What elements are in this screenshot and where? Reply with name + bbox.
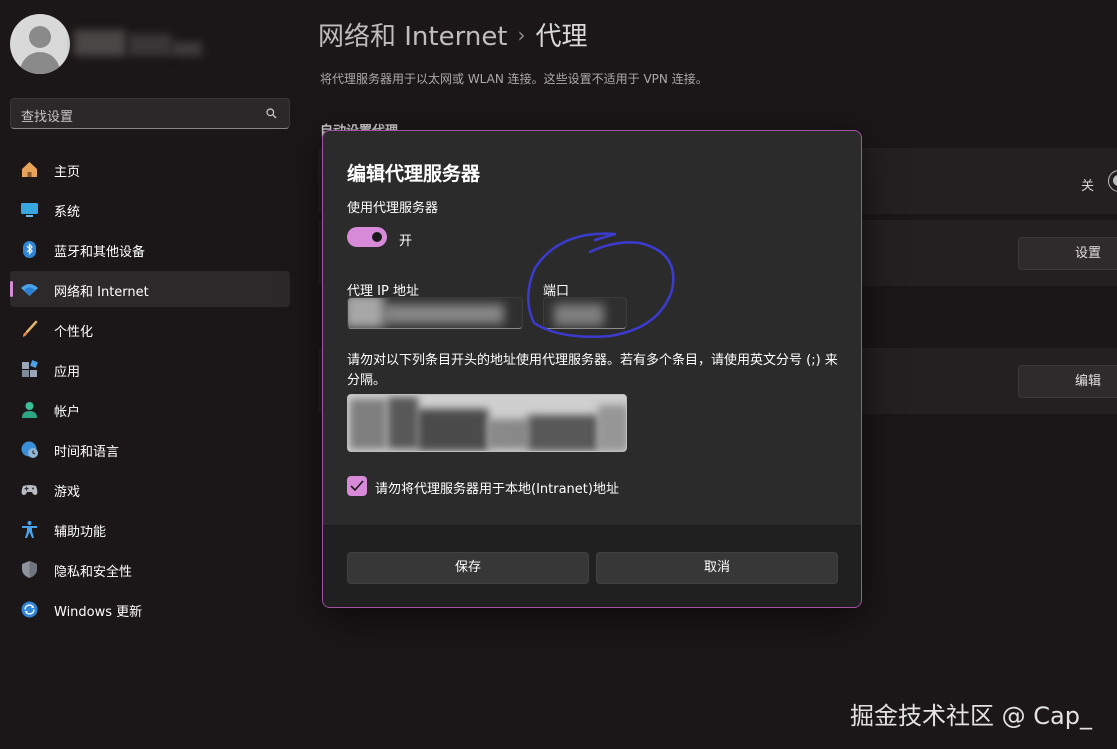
avatar[interactable] — [10, 14, 70, 74]
redacted-value — [598, 405, 626, 451]
user-name-redacted — [72, 26, 202, 60]
proxy-ip-input[interactable] — [347, 297, 523, 329]
sidebar-item-apps[interactable]: 应用 — [10, 351, 290, 387]
sidebar: 查找设置 主页 系统 蓝牙和其他设备 网络和 Internet 个性化 应用 帐… — [0, 0, 300, 749]
sidebar-item-label: 时间和语言 — [54, 445, 120, 460]
use-proxy-toggle[interactable] — [347, 227, 387, 247]
sidebar-item-label: 应用 — [54, 365, 81, 380]
redacted-value — [388, 397, 418, 449]
sidebar-item-bluetooth[interactable]: 蓝牙和其他设备 — [10, 231, 290, 267]
auto-detect-state: 关 — [1081, 179, 1095, 194]
exceptions-description: 请勿对以下列条目开头的地址使用代理服务器。若有多个条目，请使用英文分号 (;) … — [347, 353, 838, 388]
brush-icon — [23, 320, 38, 337]
use-proxy-label: 使用代理服务器 — [347, 201, 439, 216]
edit-button[interactable]: 编辑 — [1018, 365, 1117, 398]
toggle-state-label: 开 — [399, 234, 413, 249]
update-icon — [21, 601, 38, 618]
search-input[interactable]: 查找设置 — [21, 106, 73, 125]
search-icon[interactable] — [266, 108, 277, 119]
cancel-button[interactable]: 取消 — [596, 552, 838, 584]
sidebar-item-time-language[interactable]: 时间和语言 — [10, 431, 290, 467]
sidebar-item-personalization[interactable]: 个性化 — [10, 311, 290, 347]
breadcrumb-separator: › — [517, 23, 526, 47]
page-description: 将代理服务器用于以太网或 WLAN 连接。这些设置不适用于 VPN 连接。 — [320, 72, 708, 86]
watermark: 掘金技术社区 @ Cap_ — [850, 702, 1092, 730]
gamepad-icon — [21, 485, 38, 495]
bluetooth-icon — [23, 241, 36, 258]
sidebar-item-label: 隐私和安全性 — [54, 565, 133, 580]
sidebar-item-accessibility[interactable]: 辅助功能 — [10, 511, 290, 547]
sidebar-item-label: 游戏 — [54, 485, 81, 500]
wifi-icon — [21, 284, 38, 296]
save-button[interactable]: 保存 — [347, 552, 589, 584]
sidebar-item-label: 主页 — [54, 165, 81, 180]
breadcrumb-parent[interactable]: 网络和 Internet — [318, 22, 508, 52]
sidebar-item-label: Windows 更新 — [54, 605, 143, 620]
redacted-value — [528, 415, 598, 451]
redacted-value — [384, 304, 504, 324]
person-icon — [22, 402, 37, 418]
sidebar-item-label: 帐户 — [54, 405, 81, 420]
sidebar-item-home[interactable]: 主页 — [10, 151, 290, 187]
checkmark-icon — [350, 480, 364, 492]
sidebar-item-label: 系统 — [54, 205, 81, 220]
sidebar-item-label: 个性化 — [54, 325, 94, 340]
exceptions-input[interactable] — [347, 394, 627, 452]
apps-icon — [22, 360, 38, 377]
dialog-title: 编辑代理服务器 — [347, 163, 481, 185]
annotation-circle — [527, 232, 675, 338]
local-bypass-checkbox[interactable] — [347, 476, 367, 496]
globe-clock-icon — [21, 441, 38, 458]
setup-button[interactable]: 设置 — [1018, 237, 1117, 270]
sidebar-item-windows-update[interactable]: Windows 更新 — [10, 591, 290, 627]
sidebar-item-label: 辅助功能 — [54, 525, 107, 540]
accessibility-icon — [22, 521, 37, 538]
sidebar-item-label: 蓝牙和其他设备 — [54, 245, 146, 260]
sidebar-nav: 主页 系统 蓝牙和其他设备 网络和 Internet 个性化 应用 帐户 时间和… — [10, 151, 290, 631]
redacted-value — [418, 409, 488, 451]
shield-icon — [22, 561, 37, 578]
monitor-icon — [21, 203, 38, 217]
search-box[interactable]: 查找设置 — [10, 98, 290, 129]
sidebar-item-network[interactable]: 网络和 Internet — [10, 271, 290, 307]
sidebar-item-gaming[interactable]: 游戏 — [10, 471, 290, 507]
page-title: 代理 — [535, 22, 588, 52]
home-icon — [22, 162, 37, 177]
breadcrumb: 网络和 Internet › 代理 — [318, 16, 588, 53]
redacted-value — [488, 419, 528, 449]
redacted-value — [350, 399, 386, 449]
sidebar-item-label: 网络和 Internet — [54, 285, 149, 300]
local-bypass-label: 请勿将代理服务器用于本地(Intranet)地址 — [375, 482, 619, 497]
sidebar-item-privacy[interactable]: 隐私和安全性 — [10, 551, 290, 587]
sidebar-item-system[interactable]: 系统 — [10, 191, 290, 227]
dialog-footer: 保存 取消 — [323, 525, 861, 607]
sidebar-item-accounts[interactable]: 帐户 — [10, 391, 290, 427]
edit-proxy-dialog: 编辑代理服务器 使用代理服务器 开 代理 IP 地址 端口 请勿对以下列条目开头… — [322, 130, 862, 608]
redacted-value — [348, 298, 384, 328]
